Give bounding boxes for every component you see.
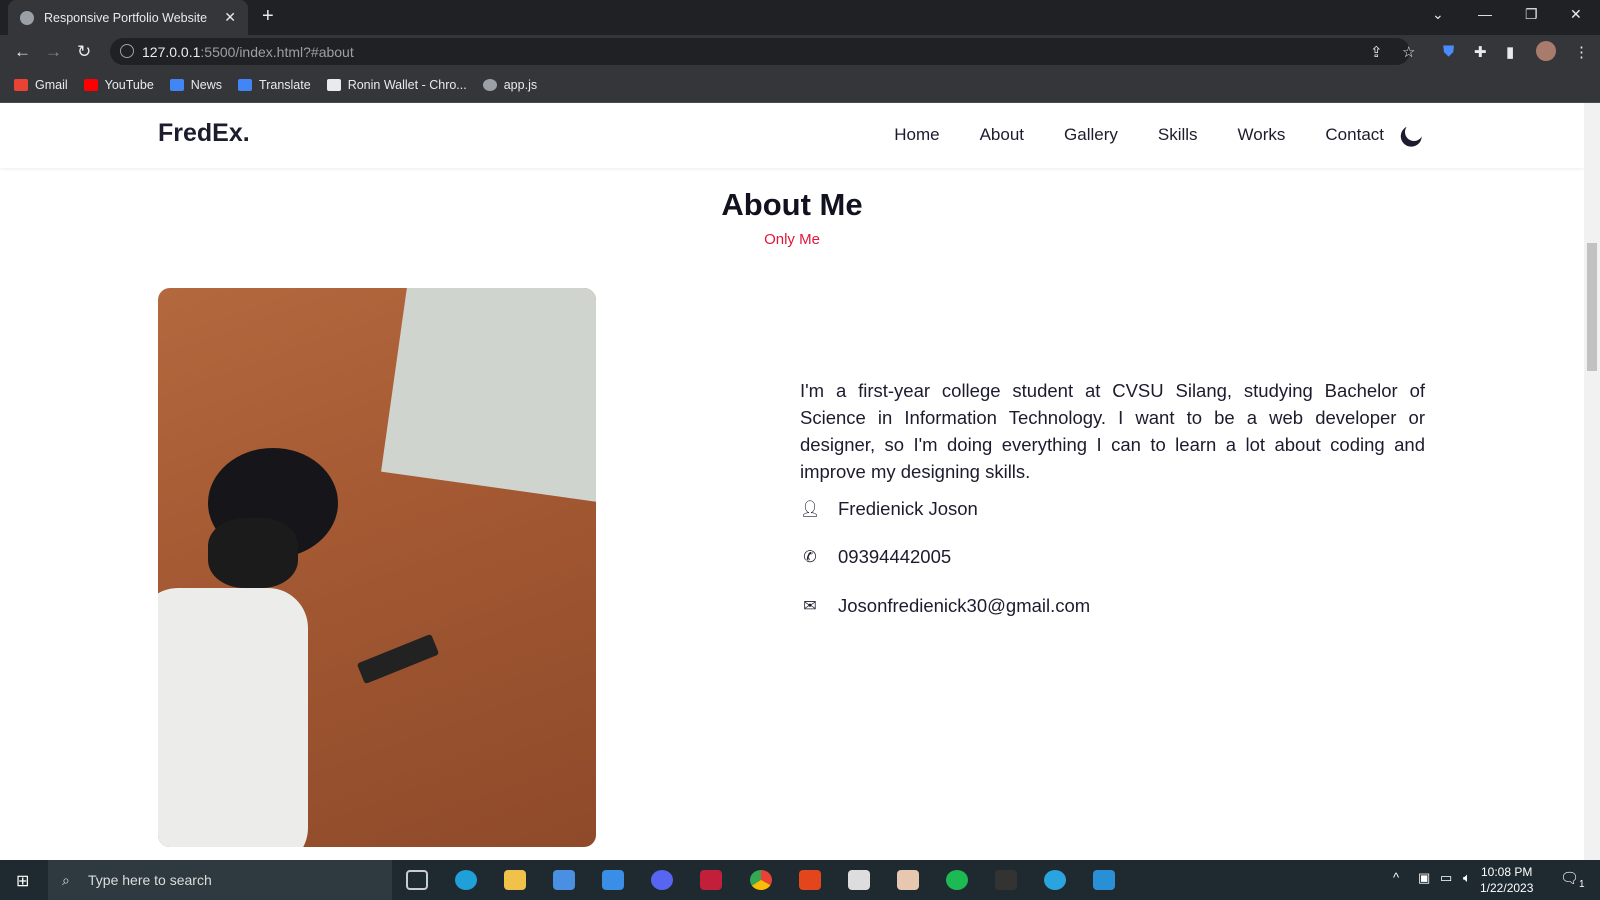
nav-works[interactable]: Works <box>1238 125 1286 145</box>
globe-icon <box>482 79 497 91</box>
network-icon[interactable]: ▭ <box>1440 870 1452 886</box>
web-store-icon <box>326 79 341 91</box>
restore-button[interactable]: ❐ <box>1525 6 1538 23</box>
vscode-icon[interactable] <box>1093 870 1115 890</box>
close-window-button[interactable]: ✕ <box>1570 6 1582 23</box>
about-description: I'm a first-year college student at CVSU… <box>800 380 1425 482</box>
tab-title: Responsive Portfolio Website <box>44 10 208 25</box>
nav-gallery[interactable]: Gallery <box>1064 125 1118 145</box>
scrollbar-thumb[interactable] <box>1587 243 1597 371</box>
info-email: ✉ Josonfredienick30@gmail.com <box>800 595 1090 617</box>
star-icon[interactable]: ☆ <box>1402 43 1415 61</box>
globe-icon <box>20 10 34 25</box>
nav-about[interactable]: About <box>980 125 1024 145</box>
bookmark-label: app.js <box>503 78 538 92</box>
menu-icon[interactable]: ⋮ <box>1574 43 1589 61</box>
bookmarks-bar: Gmail YouTube News Translate Ronin Walle… <box>0 68 1600 103</box>
task-view-icon[interactable] <box>406 870 428 890</box>
chrome-icon[interactable] <box>750 870 772 890</box>
bookmark-label: YouTube <box>104 78 154 92</box>
windows-start-icon[interactable]: ⊞ <box>16 871 29 891</box>
translate-icon <box>238 79 253 91</box>
nav-skills[interactable]: Skills <box>1158 125 1198 145</box>
valorant-icon[interactable] <box>700 870 722 890</box>
clock[interactable]: 10:08 PM 1/22/2023 <box>1480 864 1533 896</box>
url-input[interactable]: i 127.0.0.1:5500/index.html?#about <box>110 38 1410 65</box>
notification-count: 1 <box>1579 879 1585 890</box>
search-placeholder: Type here to search <box>88 872 212 888</box>
taskbar-search[interactable]: ⌕ Type here to search <box>48 860 392 900</box>
extensions-icon[interactable]: ✚ <box>1474 43 1487 61</box>
share-icon[interactable]: ⇪ <box>1370 43 1383 61</box>
logo[interactable]: FredEx. <box>158 119 250 148</box>
office-icon[interactable] <box>799 870 821 890</box>
new-tab-button[interactable]: + <box>262 5 274 28</box>
info-icon[interactable]: i <box>120 44 134 58</box>
dark-mode-moon-icon[interactable] <box>1402 120 1425 143</box>
bookmark-label: Translate <box>259 78 311 92</box>
camera-icon[interactable]: ▣ <box>1418 870 1430 886</box>
bookmark-label: Ronin Wallet - Chro... <box>347 78 467 92</box>
url-host: 127.0.0.1 <box>142 43 201 60</box>
minimize-button[interactable]: — <box>1478 6 1492 22</box>
profile-photo <box>158 288 596 847</box>
reload-icon[interactable]: ↻ <box>77 42 91 62</box>
store-icon[interactable] <box>553 870 575 890</box>
mail-icon: ✉ <box>803 598 817 615</box>
name-text: Fredienick Joson <box>838 498 978 519</box>
news-icon <box>169 79 184 91</box>
bookmark-gmail[interactable]: Gmail <box>14 78 68 92</box>
time: 10:08 PM <box>1481 865 1533 879</box>
discord-icon[interactable] <box>651 870 673 890</box>
email-text: Josonfredienick30@gmail.com <box>838 595 1091 616</box>
gmail-icon <box>14 79 28 91</box>
spotify-icon[interactable] <box>946 870 968 890</box>
address-bar-row: ← → ↻ i 127.0.0.1:5500/index.html?#about … <box>0 35 1600 68</box>
close-tab-icon[interactable]: ✕ <box>224 9 236 26</box>
gaming-app-icon[interactable] <box>995 870 1017 890</box>
date: 1/22/2023 <box>1480 881 1534 895</box>
search-icon: ⌕ <box>62 871 70 888</box>
nav-home[interactable]: Home <box>894 125 939 145</box>
profile-avatar[interactable] <box>1536 41 1556 61</box>
file-explorer-icon[interactable] <box>504 870 526 890</box>
bookmark-news[interactable]: News <box>169 78 223 92</box>
browser-tab-bar: Responsive Portfolio Website ✕ + ⌄ — ❐ ✕ <box>0 0 1600 35</box>
user-icon: 👤︎ <box>800 501 821 518</box>
forward-icon[interactable]: → <box>45 42 62 62</box>
phone-icon: ✆ <box>803 549 817 566</box>
bookmark-youtube[interactable]: YouTube <box>83 78 154 92</box>
tab-search-icon[interactable]: ⌄ <box>1432 6 1444 23</box>
bookmark-translate[interactable]: Translate <box>238 78 311 92</box>
info-name: 👤︎ Fredienick Joson <box>800 498 978 520</box>
url-path: :5500/index.html?#about <box>200 43 354 60</box>
volume-icon[interactable]: 🔈︎ <box>1463 870 1471 886</box>
mail-app-icon[interactable] <box>602 870 624 890</box>
bookmark-label: Gmail <box>35 78 68 92</box>
game-icon[interactable] <box>848 870 870 890</box>
site-header: FredEx. Home About Gallery Skills Works … <box>0 103 1584 168</box>
nav-menu: Home About Gallery Skills Works Contact <box>894 125 1384 145</box>
web-page: FredEx. Home About Gallery Skills Works … <box>0 103 1584 860</box>
tray-chevron-icon[interactable]: ^ <box>1393 870 1399 885</box>
back-icon[interactable]: ← <box>14 42 31 62</box>
browser-tab[interactable]: Responsive Portfolio Website ✕ <box>8 0 248 35</box>
youtube-icon <box>83 79 98 91</box>
section-title: About Me <box>721 187 863 222</box>
phone-text: 09394442005 <box>838 546 952 567</box>
notification-icon[interactable]: 🗨︎1 <box>1560 869 1585 890</box>
info-phone: ✆ 09394442005 <box>800 546 951 568</box>
telegram-icon[interactable] <box>1044 870 1066 890</box>
page-scrollbar[interactable] <box>1584 103 1600 860</box>
anime-app-icon[interactable] <box>897 870 919 890</box>
bookmark-label: News <box>190 78 223 92</box>
bitwarden-icon[interactable]: ⛊ <box>1443 43 1454 60</box>
section-subtitle: Only Me <box>764 231 820 248</box>
windows-taskbar: ⊞ ⌕ Type here to search ^ ▣ ▭ 🔈︎ 10:08 PM… <box>0 860 1600 900</box>
bookmark-appjs[interactable]: app.js <box>482 78 538 92</box>
nav-contact[interactable]: Contact <box>1325 125 1384 145</box>
edge-icon[interactable] <box>455 870 477 890</box>
side-panel-icon[interactable]: ▮ <box>1506 43 1514 61</box>
bookmark-ronin[interactable]: Ronin Wallet - Chro... <box>326 78 467 92</box>
